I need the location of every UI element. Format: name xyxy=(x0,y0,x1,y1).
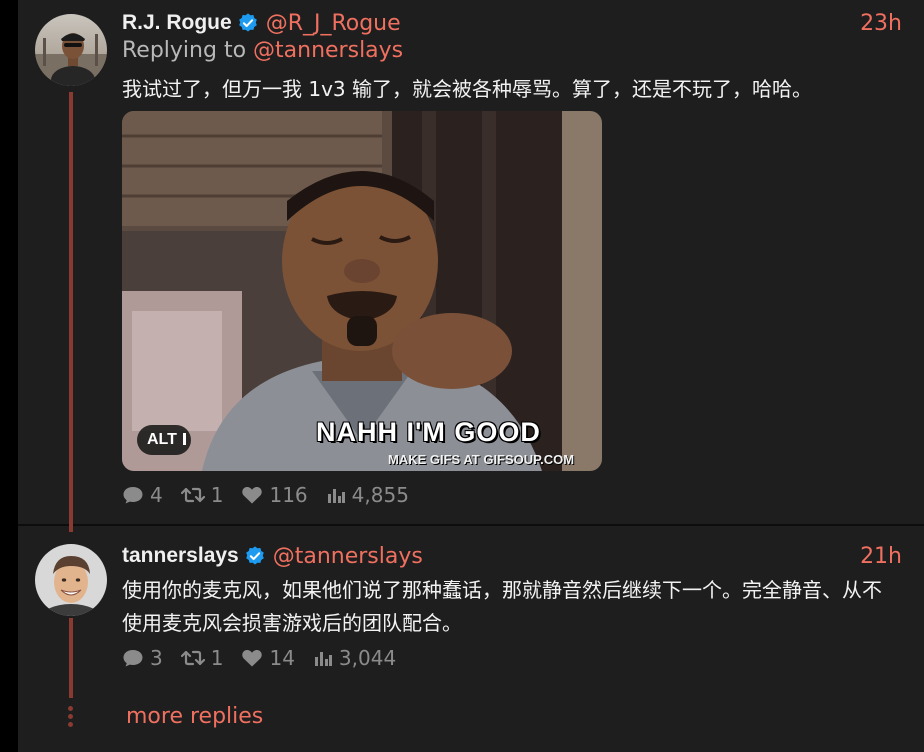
reply-button[interactable]: 3 xyxy=(122,646,163,670)
tweet-actions: 3 1 14 3,044 xyxy=(122,645,414,671)
handle[interactable]: @R_J_Rogue xyxy=(266,11,401,36)
views-button[interactable]: 4,855 xyxy=(326,483,409,507)
thread-line xyxy=(69,618,73,698)
reply-count: 4 xyxy=(150,483,163,507)
reply-button[interactable]: 4 xyxy=(122,483,163,507)
reply-mention[interactable]: @tannerslays xyxy=(253,38,403,63)
retweet-button[interactable]: 1 xyxy=(180,483,224,507)
timestamp[interactable]: 21h xyxy=(860,544,902,569)
replying-to-label: Replying to xyxy=(122,38,247,63)
thread-line xyxy=(69,92,73,532)
like-button[interactable]: 116 xyxy=(241,483,308,507)
display-name[interactable]: tannerslays xyxy=(122,544,239,568)
view-count: 3,044 xyxy=(338,646,397,670)
retweet-icon xyxy=(180,650,205,666)
view-count: 4,855 xyxy=(351,483,409,507)
views-chart-icon xyxy=(327,489,345,503)
comment-icon xyxy=(123,650,143,667)
avatar[interactable] xyxy=(35,544,107,616)
heart-icon xyxy=(242,487,263,504)
replying-to: Replying to @tannerslays xyxy=(122,38,403,63)
like-count: 116 xyxy=(269,483,308,507)
retweet-count: 1 xyxy=(210,483,224,507)
display-name[interactable]: R.J. Rogue xyxy=(122,11,232,35)
tweet-text: 使用你的麦克风，如果他们说了那种蠢话，那就静音然后继续下一个。完全静音、从不使用… xyxy=(122,578,882,635)
like-button[interactable]: 14 xyxy=(241,646,295,670)
tweet-header: R.J. Rogue @R_J_Rogue 23h xyxy=(122,8,902,38)
retweet-icon xyxy=(180,487,205,503)
comment-icon xyxy=(123,487,143,504)
alt-label: ALT xyxy=(147,431,177,448)
verified-icon xyxy=(245,546,264,565)
tweet-text: 我试过了，但万一我 1v3 输了，就会被各种辱骂。算了，还是不玩了，哈哈。 xyxy=(122,77,812,101)
views-button[interactable]: 3,044 xyxy=(313,646,396,670)
heart-icon xyxy=(242,650,263,667)
tweet-divider xyxy=(18,524,924,526)
alt-text-button[interactable]: ALT xyxy=(137,425,191,455)
more-replies-dots-icon xyxy=(68,706,74,730)
verified-icon xyxy=(238,13,257,32)
timestamp[interactable]: 23h xyxy=(860,11,902,36)
gif-caption: NAHH I'M GOOD xyxy=(316,417,541,447)
retweet-count: 1 xyxy=(210,646,224,670)
gif-progress-icon xyxy=(182,433,186,445)
gif-watermark: MAKE GIFS AT GIFSOUP.COM xyxy=(388,452,575,467)
tweet-media-gif[interactable]: NAHH I'M GOOD MAKE GIFS AT GIFSOUP.COM A… xyxy=(122,111,602,471)
avatar[interactable] xyxy=(35,14,107,86)
retweet-button[interactable]: 1 xyxy=(180,646,224,670)
handle[interactable]: @tannerslays xyxy=(273,544,423,569)
reply-count: 3 xyxy=(150,646,163,670)
tweet-actions: 4 1 116 4,855 xyxy=(122,482,427,508)
like-count: 14 xyxy=(269,646,295,670)
views-chart-icon xyxy=(314,652,332,666)
more-replies-link[interactable]: more replies xyxy=(126,704,263,729)
page: R.J. Rogue @R_J_Rogue 23h Replying to @t… xyxy=(0,0,924,752)
tweet-header: tannerslays @tannerslays 21h xyxy=(122,541,902,571)
